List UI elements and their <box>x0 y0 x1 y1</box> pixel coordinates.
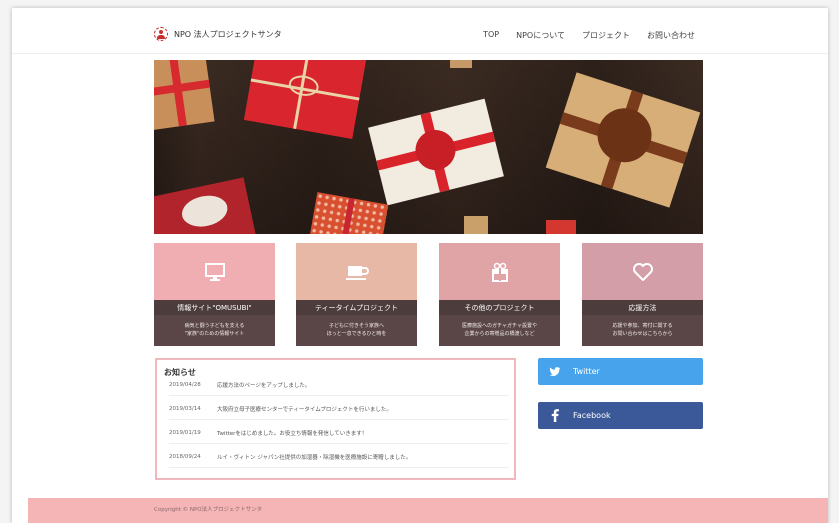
card-teatime[interactable]: ティータイムプロジェクト 子どもに付きそう家族へ ほっと一息できるひと時を <box>296 243 417 346</box>
site-footer: Copyright © NPO法人プロジェクトサンタ <box>28 498 828 523</box>
card-desc-line: お問い合わせはこちらから <box>612 331 673 337</box>
gift-box <box>546 220 576 234</box>
card-description: 応援や参加、寄付に関する お問い合わせはこちらから <box>582 315 703 346</box>
card-omusubi[interactable]: 情報サイト"OMUSUBI" 病気と闘う子どもを支える "家族"のための情報サイ… <box>154 243 275 346</box>
project-cards: 情報サイト"OMUSUBI" 病気と闘う子どもを支える "家族"のための情報サイ… <box>154 243 703 346</box>
main-nav: TOP NPOについて プロジェクト お問い合わせ <box>483 30 695 41</box>
gift-box <box>154 177 259 234</box>
news-panel: お知らせ 2019/04/28 応援方法のページをアップしました。 2019/0… <box>155 358 516 480</box>
site-header: NPO 法人プロジェクトサンタ TOP NPOについて プロジェクト お問い合わ… <box>12 8 828 54</box>
facebook-label: Facebook <box>573 411 611 420</box>
news-item[interactable]: 2018/09/24 ルイ・ヴィトン ジャパン社提供の加湿器・除湿機を医療施設に… <box>169 447 509 468</box>
monitor-icon <box>204 262 225 281</box>
news-text: ルイ・ヴィトン ジャパン社提供の加湿器・除湿機を医療施設に寄贈しました。 <box>217 455 412 461</box>
heart-icon <box>632 262 653 281</box>
card-description: 病気と闘う子どもを支える "家族"のための情報サイト <box>154 315 275 346</box>
card-desc-line: 企業からの寄贈品の橋渡しなど <box>464 331 535 337</box>
card-title: その他のプロジェクト <box>439 300 560 315</box>
card-desc-line: 応援や参加、寄付に関する <box>612 323 673 329</box>
news-date: 2018/09/24 <box>169 454 201 460</box>
card-support[interactable]: 応援方法 応援や参加、寄付に関する お問い合わせはこちらから <box>582 243 703 346</box>
gift-box <box>154 60 215 130</box>
twitter-icon <box>543 366 567 377</box>
card-title: ティータイムプロジェクト <box>296 300 417 315</box>
gift-box <box>450 60 472 68</box>
card-icon-area <box>582 243 703 300</box>
card-desc-line: "家族"のための情報サイト <box>184 331 245 337</box>
gift-icon <box>491 262 508 282</box>
copyright-text: Copyright © NPO法人プロジェクトサンタ <box>154 507 263 513</box>
news-item[interactable]: 2019/01/19 Twitterをはじめました。お役立ち情報を発信していきま… <box>169 423 509 444</box>
card-desc-line: ほっと一息できるひと時を <box>326 331 387 337</box>
hero-image-gifts <box>154 60 703 234</box>
news-item[interactable]: 2019/04/28 応援方法のページをアップしました。 <box>169 375 509 396</box>
site-logo[interactable]: NPO 法人プロジェクトサンタ <box>154 26 282 42</box>
gift-box <box>545 72 701 208</box>
nav-item-top[interactable]: TOP <box>483 30 499 41</box>
news-date: 2019/04/28 <box>169 382 201 388</box>
card-description: 医療施設へのガチャガチャ設置や 企業からの寄贈品の橋渡しなど <box>439 315 560 346</box>
gift-box <box>243 60 367 139</box>
facebook-icon <box>543 409 567 422</box>
news-text: 大阪府立母子医療センターでティータイムプロジェクトを行いました。 <box>217 407 392 413</box>
facebook-button[interactable]: Facebook <box>538 402 703 429</box>
card-desc-line: 医療施設へのガチャガチャ設置や <box>462 323 537 329</box>
twitter-button[interactable]: Twitter <box>538 358 703 385</box>
santa-logo-icon <box>154 27 168 41</box>
card-title: 情報サイト"OMUSUBI" <box>154 300 275 315</box>
gift-box <box>368 98 504 206</box>
card-icon-area <box>439 243 560 300</box>
news-date: 2019/03/14 <box>169 406 201 412</box>
news-date: 2019/01/19 <box>169 430 201 436</box>
coffee-cup-icon <box>345 265 369 280</box>
nav-item-projects[interactable]: プロジェクト <box>582 30 630 41</box>
page: NPO 法人プロジェクトサンタ TOP NPOについて プロジェクト お問い合わ… <box>12 8 828 523</box>
gift-box <box>464 216 488 234</box>
nav-item-contact[interactable]: お問い合わせ <box>647 30 695 41</box>
twitter-label: Twitter <box>573 367 600 376</box>
news-text: Twitterをはじめました。お役立ち情報を発信していきます！ <box>217 431 368 437</box>
gift-box <box>307 192 389 234</box>
news-item[interactable]: 2019/03/14 大阪府立母子医療センターでティータイムプロジェクトを行いま… <box>169 399 509 420</box>
card-desc-line: 子どもに付きそう家族へ <box>328 323 384 329</box>
card-desc-line: 病気と闘う子どもを支える <box>184 323 245 329</box>
site-logo-text: NPO 法人プロジェクトサンタ <box>174 29 282 39</box>
card-icon-area <box>154 243 275 300</box>
card-icon-area <box>296 243 417 300</box>
nav-item-about[interactable]: NPOについて <box>516 30 565 41</box>
card-description: 子どもに付きそう家族へ ほっと一息できるひと時を <box>296 315 417 346</box>
card-other-projects[interactable]: その他のプロジェクト 医療施設へのガチャガチャ設置や 企業からの寄贈品の橋渡しな… <box>439 243 560 346</box>
card-title: 応援方法 <box>582 300 703 315</box>
news-text: 応援方法のページをアップしました。 <box>217 383 311 389</box>
